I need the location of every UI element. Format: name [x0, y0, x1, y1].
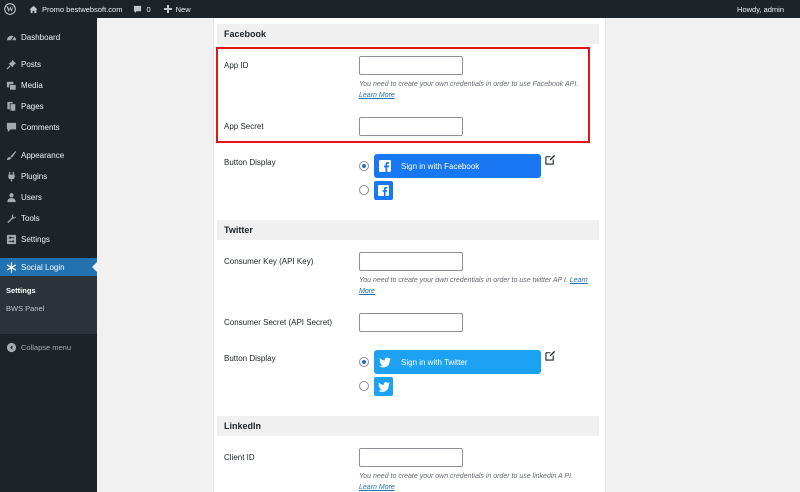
facebook-button-long-radio[interactable]: [359, 161, 369, 171]
twitter-button-long-radio[interactable]: [359, 357, 369, 367]
menu-item-plugins[interactable]: Plugins: [0, 167, 97, 185]
menu-label: Comments: [21, 122, 60, 132]
facebook-icon: [379, 160, 391, 172]
my-account[interactable]: Howdy, admin: [732, 0, 800, 18]
client-id-label: Client ID: [224, 453, 255, 462]
menu-label: Dashboard: [21, 32, 61, 42]
collapse-menu-button[interactable]: Collapse menu: [0, 341, 97, 353]
menu-item-dashboard[interactable]: Dashboard: [0, 28, 97, 46]
settings-icon: [5, 233, 17, 245]
svg-text:W: W: [6, 5, 14, 14]
facebook-button-display-label: Button Display: [224, 158, 276, 167]
facebook-signin-label: Sign in with Facebook: [401, 161, 480, 171]
comment-icon: [133, 5, 142, 14]
facebook-credentials-highlight-box: [216, 47, 590, 143]
consumer-key-input[interactable]: [359, 252, 463, 271]
twitter-button-display-label: Button Display: [224, 354, 276, 363]
plug-icon: [5, 170, 17, 182]
linkedin-learn-more-link[interactable]: Learn More: [359, 484, 395, 491]
facebook-icon-button-preview: [374, 181, 393, 200]
description-text: You need to create your own credentials …: [359, 277, 568, 284]
menu-label: Plugins: [21, 171, 48, 181]
menu-item-pages[interactable]: Pages: [0, 97, 97, 115]
facebook-section-heading: Facebook: [217, 24, 599, 44]
twitter-bird-icon: [379, 357, 391, 368]
linkedin-api-description: You need to create your own credentials …: [359, 472, 591, 492]
twitter-button-icon-radio[interactable]: [359, 381, 369, 391]
menu-item-settings[interactable]: Settings: [0, 230, 97, 248]
menu-label: Tools: [21, 213, 40, 223]
menu-item-users[interactable]: Users: [0, 188, 97, 206]
pages-icon: [5, 100, 17, 112]
new-label: New: [175, 4, 191, 14]
media-icon: [5, 79, 17, 91]
users-icon: [5, 191, 17, 203]
social-login-submenu: Settings BWS Panel: [0, 276, 97, 334]
submenu-item-settings[interactable]: Settings: [6, 286, 36, 295]
menu-item-comments[interactable]: Comments: [0, 118, 97, 136]
dashboard-icon: [5, 31, 17, 43]
menu-item-tools[interactable]: Tools: [0, 209, 97, 227]
pin-icon: [5, 58, 17, 70]
site-name-link[interactable]: Promo bestwebsoft.com: [21, 0, 127, 18]
facebook-signin-button-preview: Sign in with Facebook: [374, 154, 541, 178]
wrench-icon: [5, 212, 17, 224]
brush-icon: [5, 149, 17, 161]
facebook-icon: [378, 185, 389, 196]
menu-label: Settings: [21, 234, 50, 244]
menu-label: Users: [21, 192, 42, 202]
menu-item-appearance[interactable]: Appearance: [0, 146, 97, 164]
consumer-secret-label: Consumer Secret (API Secret): [224, 318, 333, 327]
howdy-text: Howdy, admin: [737, 4, 784, 14]
linkedin-section-heading: LinkedIn: [217, 416, 599, 436]
collapse-icon: [5, 341, 17, 353]
twitter-signin-button-preview: Sign in with Twitter: [374, 350, 541, 374]
twitter-api-description: You need to create your own credentials …: [359, 276, 591, 297]
menu-label: Pages: [21, 101, 44, 111]
menu-item-social-login[interactable]: Social Login: [0, 258, 97, 276]
menu-label: Media: [21, 80, 43, 90]
snowflake-icon: [5, 261, 17, 273]
consumer-key-label: Consumer Key (API Key): [224, 257, 314, 266]
facebook-button-icon-radio[interactable]: [359, 185, 369, 195]
menu-item-posts[interactable]: Posts: [0, 55, 97, 73]
twitter-edit-icon[interactable]: [545, 350, 556, 361]
site-name: Promo bestwebsoft.com: [42, 4, 123, 14]
home-icon: [29, 5, 38, 14]
twitter-bird-icon: [377, 381, 390, 392]
collapse-label: Collapse menu: [21, 342, 72, 352]
description-text: You need to create your own credentials …: [359, 473, 573, 480]
menu-label: Appearance: [21, 150, 65, 160]
comments-count: 0: [146, 4, 151, 14]
twitter-signin-label: Sign in with Twitter: [401, 357, 468, 367]
facebook-edit-icon[interactable]: [545, 154, 556, 165]
comments-link[interactable]: 0: [127, 0, 155, 18]
menu-label: Social Login: [21, 262, 65, 272]
client-id-input[interactable]: [359, 448, 463, 467]
new-content-link[interactable]: New: [156, 0, 196, 18]
twitter-section-heading: Twitter: [217, 220, 599, 240]
submenu-item-bws-panel[interactable]: BWS Panel: [6, 304, 44, 313]
consumer-secret-input[interactable]: [359, 313, 463, 332]
comments-icon: [5, 121, 17, 133]
admin-sidebar: Dashboard Posts Media Pages Comments App…: [0, 18, 97, 492]
wordpress-logo-icon[interactable]: W: [0, 0, 21, 18]
twitter-icon-button-preview: [374, 377, 393, 396]
admin-bar: W Promo bestwebsoft.com 0 New Howdy, adm…: [0, 0, 800, 18]
menu-label: Posts: [21, 59, 42, 69]
plus-icon: [163, 5, 172, 13]
menu-item-media[interactable]: Media: [0, 76, 97, 94]
